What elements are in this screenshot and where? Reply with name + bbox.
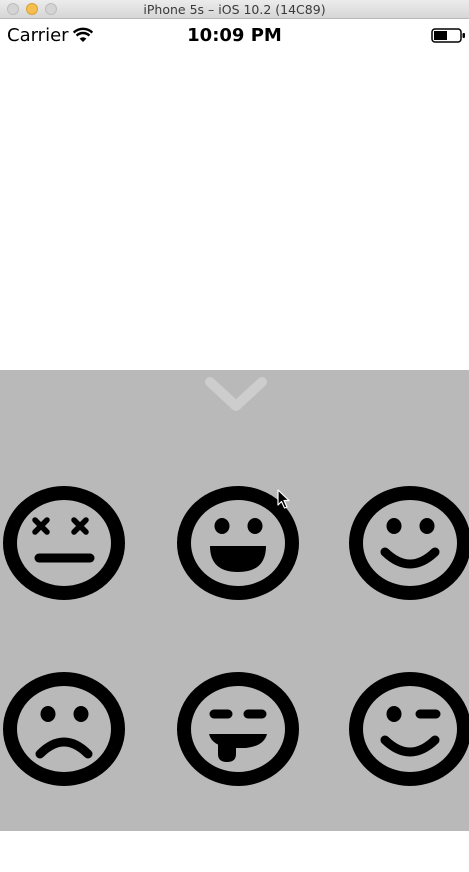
status-bar: Carrier 10:09 PM bbox=[0, 19, 469, 51]
bottom-area bbox=[0, 831, 469, 872]
main-content-area bbox=[0, 51, 469, 370]
dizzy-face-icon[interactable] bbox=[2, 486, 126, 600]
window-title: iPhone 5s – iOS 10.2 (14C89) bbox=[143, 2, 326, 17]
simulator-title-bar: iPhone 5s – iOS 10.2 (14C89) bbox=[0, 0, 469, 19]
smiling-face-icon[interactable] bbox=[348, 486, 469, 600]
emoji-picker-panel bbox=[0, 370, 469, 831]
winking-face-icon[interactable] bbox=[348, 672, 469, 786]
chevron-down-icon[interactable] bbox=[204, 376, 268, 416]
mouse-pointer-icon bbox=[277, 489, 290, 509]
status-time: 10:09 PM bbox=[187, 25, 282, 46]
frowning-face-icon[interactable] bbox=[2, 672, 126, 786]
tongue-out-face-icon[interactable] bbox=[176, 672, 300, 786]
battery-icon bbox=[431, 28, 465, 43]
